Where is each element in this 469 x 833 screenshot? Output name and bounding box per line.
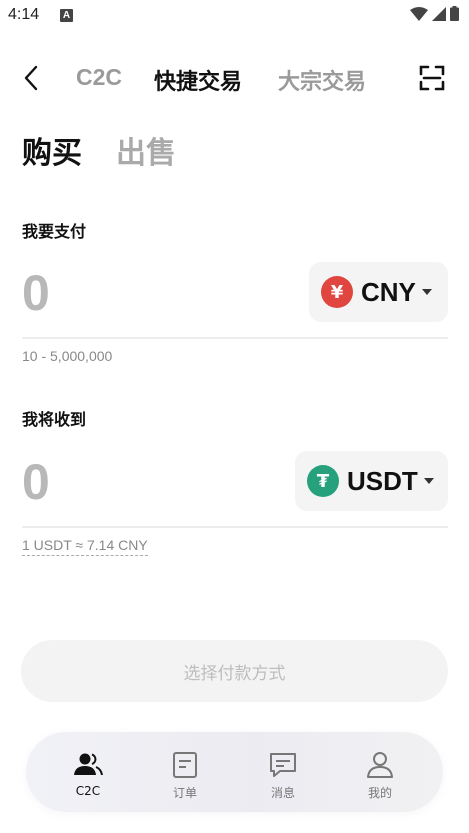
receive-label: 我将收到 bbox=[22, 410, 87, 429]
receive-currency-select[interactable]: ₮ USDT bbox=[295, 451, 448, 511]
scan-icon[interactable] bbox=[418, 64, 446, 92]
notification-icon: A bbox=[60, 9, 73, 22]
battery-icon bbox=[450, 6, 459, 21]
trade-mode-switch: 购买 出售 bbox=[22, 128, 176, 172]
chevron-down-icon bbox=[421, 289, 432, 295]
tab-quick-trade[interactable]: 快捷交易 bbox=[154, 64, 242, 96]
pay-range: 10 - 5,000,000 bbox=[22, 348, 113, 364]
bottom-nav: C2C 订单 消息 我的 bbox=[26, 732, 443, 812]
message-icon bbox=[270, 753, 296, 777]
select-payment-method-button[interactable]: 选择付款方式 bbox=[21, 640, 448, 702]
receive-currency-code: USDT bbox=[347, 465, 418, 496]
receive-amount-input[interactable]: 0 bbox=[22, 453, 50, 511]
nav-item-me[interactable]: 我的 bbox=[345, 750, 415, 801]
nav-item-messages[interactable]: 消息 bbox=[248, 750, 318, 801]
top-nav: C2C 快捷交易 大宗交易 bbox=[0, 56, 469, 100]
wifi-icon bbox=[410, 6, 428, 21]
nav-label-messages: 消息 bbox=[270, 786, 295, 800]
nav-item-orders[interactable]: 订单 bbox=[150, 750, 220, 801]
back-arrow-icon[interactable] bbox=[18, 64, 46, 92]
profile-icon bbox=[367, 752, 393, 778]
usdt-icon: ₮ bbox=[307, 465, 339, 497]
pay-currency-select[interactable]: ¥ CNY bbox=[309, 262, 448, 322]
chevron-down-icon bbox=[423, 478, 434, 484]
nav-label-c2c: C2C bbox=[75, 784, 101, 798]
status-time: 4:14 bbox=[8, 6, 40, 23]
signal-icon bbox=[432, 6, 446, 21]
buy-tab[interactable]: 购买 bbox=[22, 128, 82, 172]
sell-tab[interactable]: 出售 bbox=[116, 128, 176, 172]
pay-label: 我要支付 bbox=[22, 222, 87, 241]
order-icon bbox=[173, 752, 197, 778]
user-group-icon bbox=[74, 753, 103, 776]
tab-c2c[interactable]: C2C bbox=[76, 64, 122, 91]
receive-divider bbox=[22, 526, 448, 528]
pay-currency-code: CNY bbox=[361, 276, 416, 307]
tab-bulk-trade[interactable]: 大宗交易 bbox=[278, 64, 366, 96]
pay-amount-input[interactable]: 0 bbox=[22, 264, 50, 322]
exchange-rate[interactable]: 1 USDT ≈ 7.14 CNY bbox=[22, 537, 148, 556]
pay-divider bbox=[22, 337, 448, 339]
status-bar: 4:14 A bbox=[0, 0, 469, 32]
nav-item-c2c[interactable]: C2C bbox=[53, 750, 123, 798]
status-icons bbox=[410, 6, 459, 21]
cny-icon: ¥ bbox=[321, 276, 353, 308]
nav-label-orders: 订单 bbox=[172, 786, 197, 800]
nav-label-me: 我的 bbox=[367, 786, 392, 800]
